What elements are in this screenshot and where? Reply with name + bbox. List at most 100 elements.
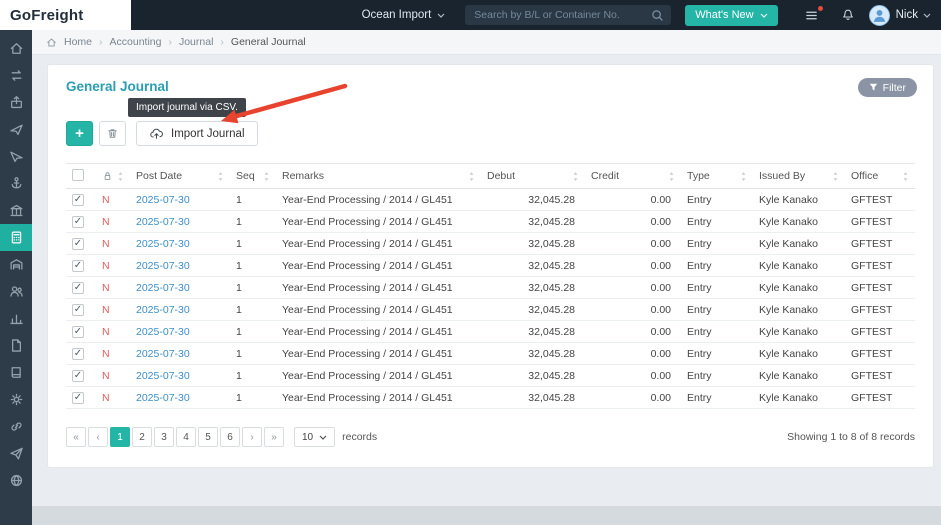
sidebar-item-bank[interactable] [0, 197, 32, 224]
user-menu[interactable]: Nick [896, 9, 931, 21]
sidebar-item-home[interactable] [0, 35, 32, 62]
global-search-input[interactable] [472, 8, 651, 22]
sidebar-item-contacts[interactable] [0, 278, 32, 305]
breadcrumb-item[interactable]: Home [64, 36, 92, 48]
issued-by-cell: Kyle Kanako [753, 255, 845, 277]
row-checkbox[interactable]: ✓ [72, 238, 84, 250]
sidebar-item-share[interactable] [0, 440, 32, 467]
debit-cell: 32,045.28 [481, 299, 585, 321]
breadcrumb-item: General Journal [231, 36, 306, 48]
page-button[interactable]: « [66, 427, 86, 447]
sidebar-item-booking[interactable] [0, 89, 32, 116]
tasks-list-button[interactable] [804, 9, 819, 22]
page-button[interactable]: » [264, 427, 284, 447]
page-button[interactable]: › [242, 427, 262, 447]
whats-new-button[interactable]: What's New [685, 5, 777, 26]
sidebar-item-accounting[interactable] [0, 224, 32, 251]
top-bar: GoFreight Ocean Import What's New Nick [0, 0, 941, 30]
issued-by-header[interactable]: Issued By [753, 164, 845, 189]
page-button[interactable]: 2 [132, 427, 152, 447]
home-icon[interactable] [46, 37, 57, 48]
post-date-link[interactable]: 2025-07-30 [136, 304, 190, 316]
type-cell: Entry [681, 321, 753, 343]
page-button[interactable]: 4 [176, 427, 196, 447]
post-date-link[interactable]: 2025-07-30 [136, 194, 190, 206]
row-checkbox[interactable]: ✓ [72, 282, 84, 294]
lock-column-header[interactable] [96, 164, 130, 189]
delete-button[interactable] [99, 121, 126, 146]
row-select-cell: ✓ [66, 211, 96, 233]
page-size-select[interactable]: 10 [294, 427, 335, 447]
sidebar-item-air-export[interactable] [0, 116, 32, 143]
row-select-cell: ✓ [66, 277, 96, 299]
seq-header[interactable]: Seq [230, 164, 276, 189]
page-button[interactable]: ‹ [88, 427, 108, 447]
avatar[interactable] [869, 5, 890, 26]
post-date-link[interactable]: 2025-07-30 [136, 370, 190, 382]
sidebar-item-ledger[interactable] [0, 359, 32, 386]
debit-header[interactable]: Debut [481, 164, 585, 189]
office-cell: GFTEST [845, 365, 915, 387]
row-checkbox[interactable]: ✓ [72, 392, 84, 404]
app-logo-text: GoFreight [10, 7, 83, 24]
row-checkbox[interactable]: ✓ [72, 260, 84, 272]
notifications-button[interactable] [841, 8, 855, 22]
post-date-link[interactable]: 2025-07-30 [136, 326, 190, 338]
table-row: ✓N2025-07-301Year-End Processing / 2014 … [66, 365, 915, 387]
row-checkbox[interactable]: ✓ [72, 348, 84, 360]
import-journal-button[interactable]: Import Journal [136, 121, 258, 146]
row-checkbox[interactable]: ✓ [72, 370, 84, 382]
row-checkbox[interactable]: ✓ [72, 194, 84, 206]
sidebar-item-links[interactable] [0, 413, 32, 440]
row-checkbox[interactable]: ✓ [72, 304, 84, 316]
post-date-link[interactable]: 2025-07-30 [136, 238, 190, 250]
lock-cell: N [96, 343, 130, 365]
page-button[interactable]: 6 [220, 427, 240, 447]
office-header[interactable]: Office [845, 164, 915, 189]
sidebar-item-air-import[interactable] [0, 143, 32, 170]
post-date-link[interactable]: 2025-07-30 [136, 392, 190, 404]
search-icon[interactable] [651, 9, 664, 22]
sidebar-item-quotation[interactable] [0, 62, 32, 89]
post-date-link[interactable]: 2025-07-30 [136, 348, 190, 360]
credit-cell: 0.00 [585, 233, 681, 255]
type-cell: Entry [681, 387, 753, 409]
post-date-cell: 2025-07-30 [130, 277, 230, 299]
page-button[interactable]: 3 [154, 427, 174, 447]
sidebar-item-support[interactable] [0, 467, 32, 494]
post-date-link[interactable]: 2025-07-30 [136, 260, 190, 272]
credit-header[interactable]: Credit [585, 164, 681, 189]
remarks-header[interactable]: Remarks [276, 164, 481, 189]
debit-cell: 32,045.28 [481, 211, 585, 233]
row-checkbox[interactable]: ✓ [72, 326, 84, 338]
select-all-checkbox[interactable] [72, 169, 84, 181]
sidebar-item-settings[interactable] [0, 386, 32, 413]
credit-cell: 0.00 [585, 321, 681, 343]
type-cell: Entry [681, 343, 753, 365]
breadcrumb-item[interactable]: Journal [179, 36, 213, 48]
row-checkbox[interactable]: ✓ [72, 216, 84, 228]
app-logo[interactable]: GoFreight [0, 0, 131, 30]
sidebar-item-documents[interactable] [0, 332, 32, 359]
page-button[interactable]: 5 [198, 427, 218, 447]
breadcrumb-item[interactable]: Accounting [110, 36, 162, 48]
select-all-header[interactable] [66, 164, 96, 189]
debit-cell: 32,045.28 [481, 365, 585, 387]
warehouse-icon [9, 257, 24, 272]
sidebar-item-ocean[interactable] [0, 170, 32, 197]
lock-icon [102, 170, 113, 182]
module-selector[interactable]: Ocean Import [362, 9, 446, 21]
row-select-cell: ✓ [66, 343, 96, 365]
post-date-link[interactable]: 2025-07-30 [136, 282, 190, 294]
page-button[interactable]: 1 [110, 427, 130, 447]
table-row: ✓N2025-07-301Year-End Processing / 2014 … [66, 277, 915, 299]
sidebar-item-reports[interactable] [0, 305, 32, 332]
add-journal-button[interactable]: + [66, 121, 93, 146]
filter-button[interactable]: Filter [858, 78, 917, 97]
sidebar-item-warehouse[interactable] [0, 251, 32, 278]
type-header[interactable]: Type [681, 164, 753, 189]
post-date-link[interactable]: 2025-07-30 [136, 216, 190, 228]
exchange-icon [9, 68, 24, 83]
lock-flag: N [102, 348, 110, 360]
post-date-header[interactable]: Post Date [130, 164, 230, 189]
